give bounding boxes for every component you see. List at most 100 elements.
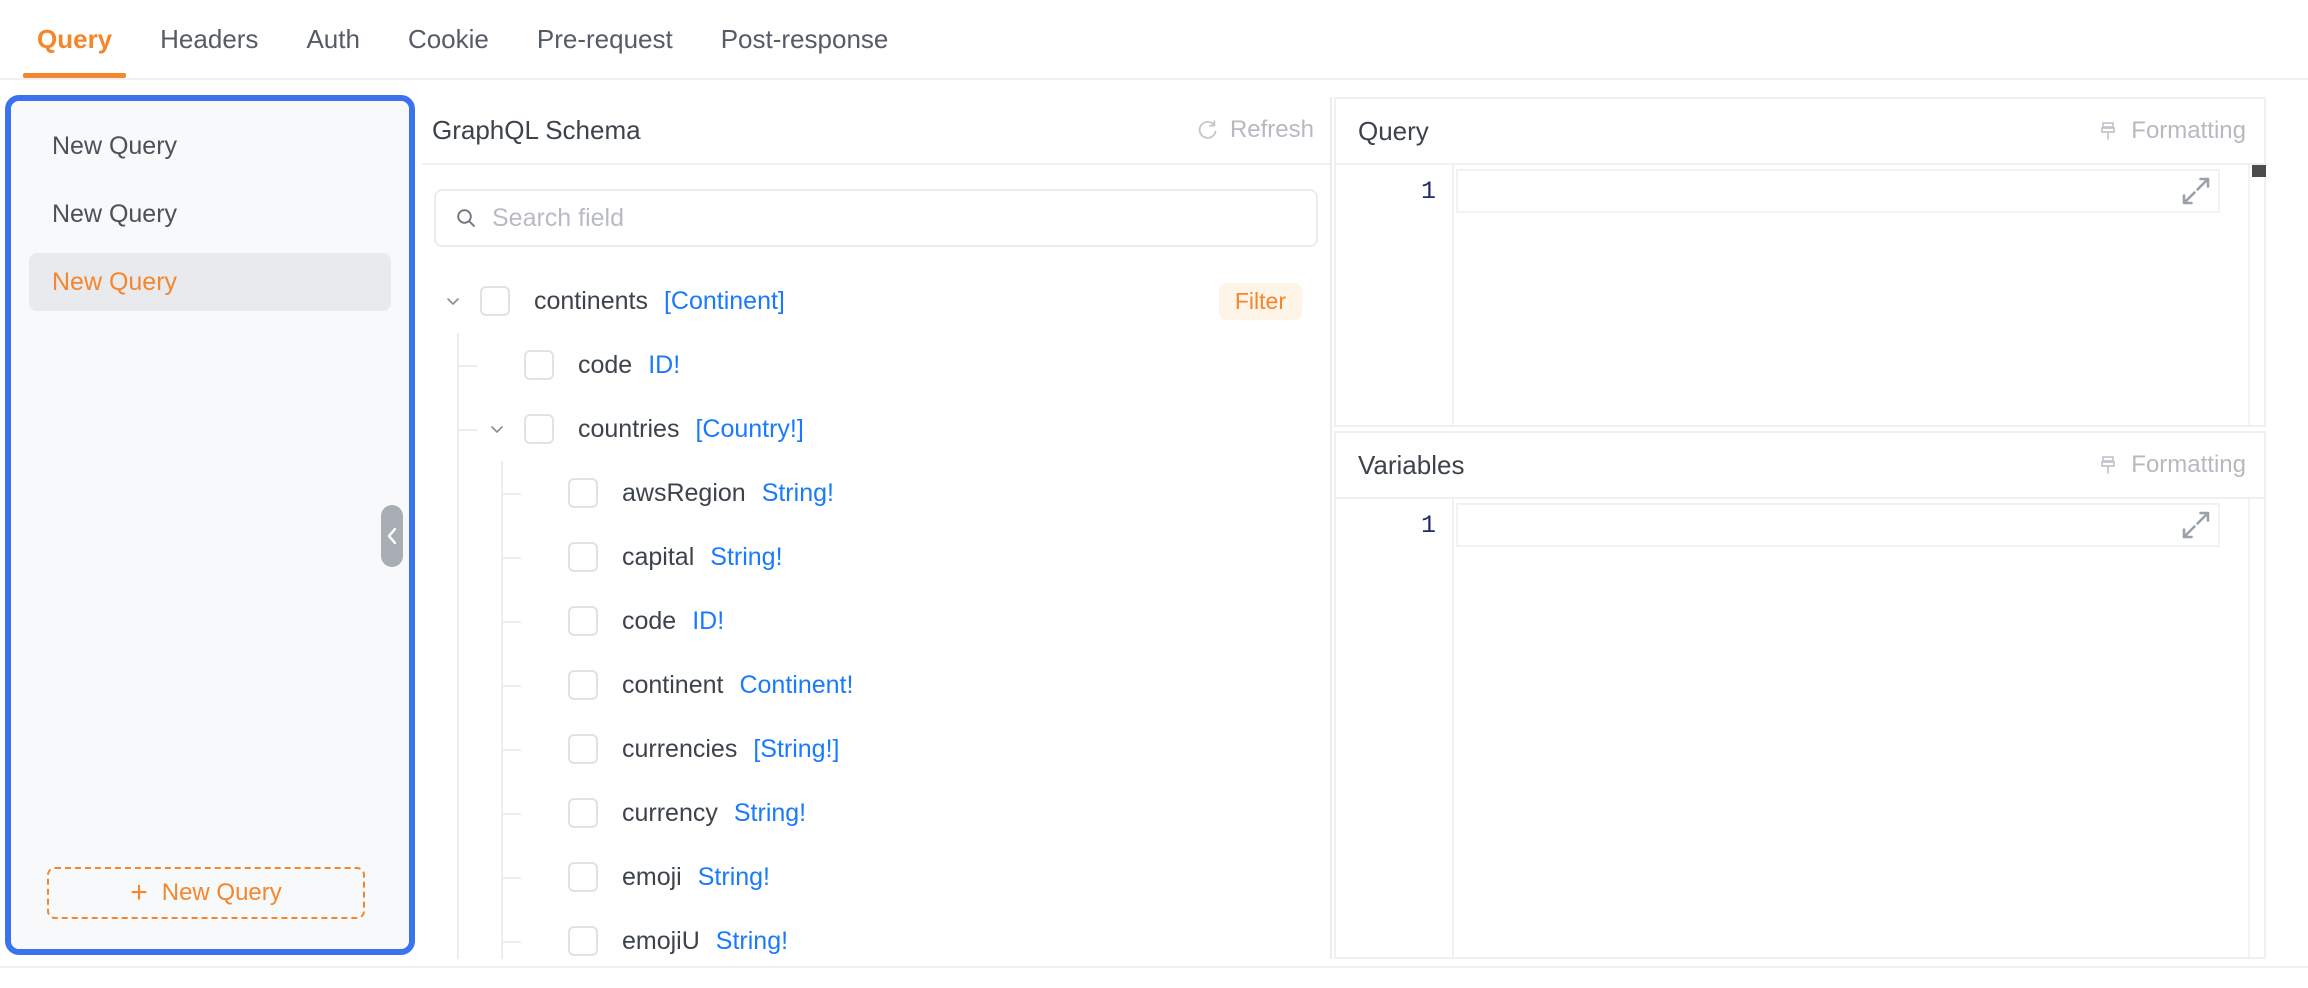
query-list-item-selected[interactable]: New Query: [29, 253, 391, 311]
tree-elbow-line: [501, 621, 521, 623]
query-item-label: New Query: [52, 267, 178, 296]
variables-active-line[interactable]: [1456, 503, 2220, 547]
field-name: currency: [622, 798, 718, 827]
schema-tree-row[interactable]: currencies [String!]: [422, 717, 1330, 781]
query-item-label: New Query: [52, 199, 178, 228]
variables-code-area[interactable]: 1: [1336, 499, 2264, 957]
variables-editor-title: Variables: [1358, 449, 1465, 480]
query-item-label: New Query: [52, 131, 178, 160]
field-type: ID!: [648, 350, 681, 379]
tree-row-content: currency String!: [530, 781, 1330, 845]
field-name: continents: [534, 286, 648, 315]
tab-pre-request[interactable]: Pre-request: [513, 0, 697, 78]
field-checkbox[interactable]: [568, 606, 598, 636]
query-list-item[interactable]: New Query: [29, 185, 391, 243]
editors-column: Query Formatting 1 Variables Formatting …: [1334, 97, 2266, 959]
tree-guide-line: [457, 717, 459, 781]
field-checkbox[interactable]: [568, 734, 598, 764]
tab-headers-label: Headers: [160, 23, 259, 54]
schema-tree-row[interactable]: emojiU String!: [422, 909, 1330, 959]
chevron-down-icon[interactable]: [442, 290, 464, 312]
field-checkbox[interactable]: [568, 862, 598, 892]
tree-row-content: currencies [String!]: [530, 717, 1330, 781]
tree-elbow-line: [501, 813, 521, 815]
brush-icon: [2101, 122, 2116, 140]
field-type: [Country!]: [695, 414, 804, 443]
field-type: Continent!: [739, 670, 854, 699]
tree-guide-line: [457, 781, 459, 845]
tree-row-content: awsRegion String!: [530, 461, 1330, 525]
query-active-line[interactable]: [1456, 169, 2220, 213]
expand-editor-icon[interactable]: [2178, 173, 2214, 209]
search-field-container[interactable]: Search field: [434, 189, 1318, 247]
chevron-down-icon[interactable]: [486, 418, 508, 440]
schema-tree-row[interactable]: code ID!: [422, 589, 1330, 653]
field-checkbox[interactable]: [568, 670, 598, 700]
query-gutter: 1: [1336, 165, 1454, 425]
tree-elbow-line: [501, 557, 521, 559]
field-type: ID!: [692, 606, 725, 635]
query-scrollbar-thumb[interactable]: [2252, 165, 2266, 177]
field-checkbox[interactable]: [524, 414, 554, 444]
field-name: capital: [622, 542, 695, 571]
tab-query[interactable]: Query: [13, 0, 136, 78]
tree-guide-line: [457, 845, 459, 909]
query-formatting-button[interactable]: Formatting: [2096, 117, 2246, 145]
tab-cookie[interactable]: Cookie: [384, 0, 513, 78]
field-name: code: [578, 350, 633, 379]
field-name: awsRegion: [622, 478, 746, 507]
expand-editor-icon[interactable]: [2178, 507, 2214, 543]
tab-post-response[interactable]: Post-response: [697, 0, 913, 78]
field-name: emojiU: [622, 926, 700, 955]
field-checkbox[interactable]: [568, 478, 598, 508]
query-code-area[interactable]: 1: [1336, 165, 2266, 425]
request-tab-bar: Query Headers Auth Cookie Pre-request Po…: [0, 0, 2308, 80]
tab-headers[interactable]: Headers: [136, 0, 282, 78]
tree-guide-line: [457, 589, 459, 653]
sidebar-collapse-handle[interactable]: [381, 505, 403, 567]
field-name: code: [622, 606, 677, 635]
schema-panel-title: GraphQL Schema: [432, 114, 641, 145]
tab-pre-request-label: Pre-request: [536, 23, 673, 54]
variables-scrollbar[interactable]: [2248, 499, 2264, 957]
field-checkbox[interactable]: [524, 350, 554, 380]
schema-tree-row[interactable]: capital String!: [422, 525, 1330, 589]
tree-row-content: code ID!: [530, 589, 1330, 653]
field-checkbox[interactable]: [568, 542, 598, 572]
field-checkbox[interactable]: [568, 798, 598, 828]
tree-elbow-line: [501, 877, 521, 879]
refresh-icon: [1198, 120, 1217, 139]
schema-tree-row[interactable]: continents [Continent] Filter: [422, 269, 1330, 333]
search-input-placeholder: Search field: [492, 203, 625, 232]
refresh-button[interactable]: Refresh: [1195, 116, 1314, 144]
field-checkbox[interactable]: [480, 286, 510, 316]
schema-tree-row[interactable]: code ID!: [422, 333, 1330, 397]
new-query-button[interactable]: + New Query: [47, 867, 365, 919]
variables-formatting-button[interactable]: Formatting: [2096, 451, 2246, 479]
query-scrollbar[interactable]: [2248, 165, 2266, 425]
schema-tree-row[interactable]: awsRegion String!: [422, 461, 1330, 525]
schema-tree-row[interactable]: emoji String!: [422, 845, 1330, 909]
tab-auth[interactable]: Auth: [282, 0, 384, 78]
field-type: String!: [710, 542, 783, 571]
tab-auth-label: Auth: [306, 23, 360, 54]
chevron-left-icon: [387, 527, 397, 545]
tab-query-label: Query: [37, 23, 113, 54]
filter-badge[interactable]: Filter: [1218, 282, 1302, 320]
tree-elbow-line: [501, 941, 521, 943]
field-checkbox[interactable]: [568, 926, 598, 956]
query-editor-title: Query: [1358, 115, 1429, 146]
field-type: String!: [715, 926, 789, 955]
schema-tree-row[interactable]: countries [Country!]: [422, 397, 1330, 461]
schema-tree-row[interactable]: continent Continent!: [422, 653, 1330, 717]
schema-tree-row[interactable]: currency String!: [422, 781, 1330, 845]
query-formatting-label: Formatting: [2131, 117, 2246, 144]
query-list-item[interactable]: New Query: [29, 117, 391, 175]
